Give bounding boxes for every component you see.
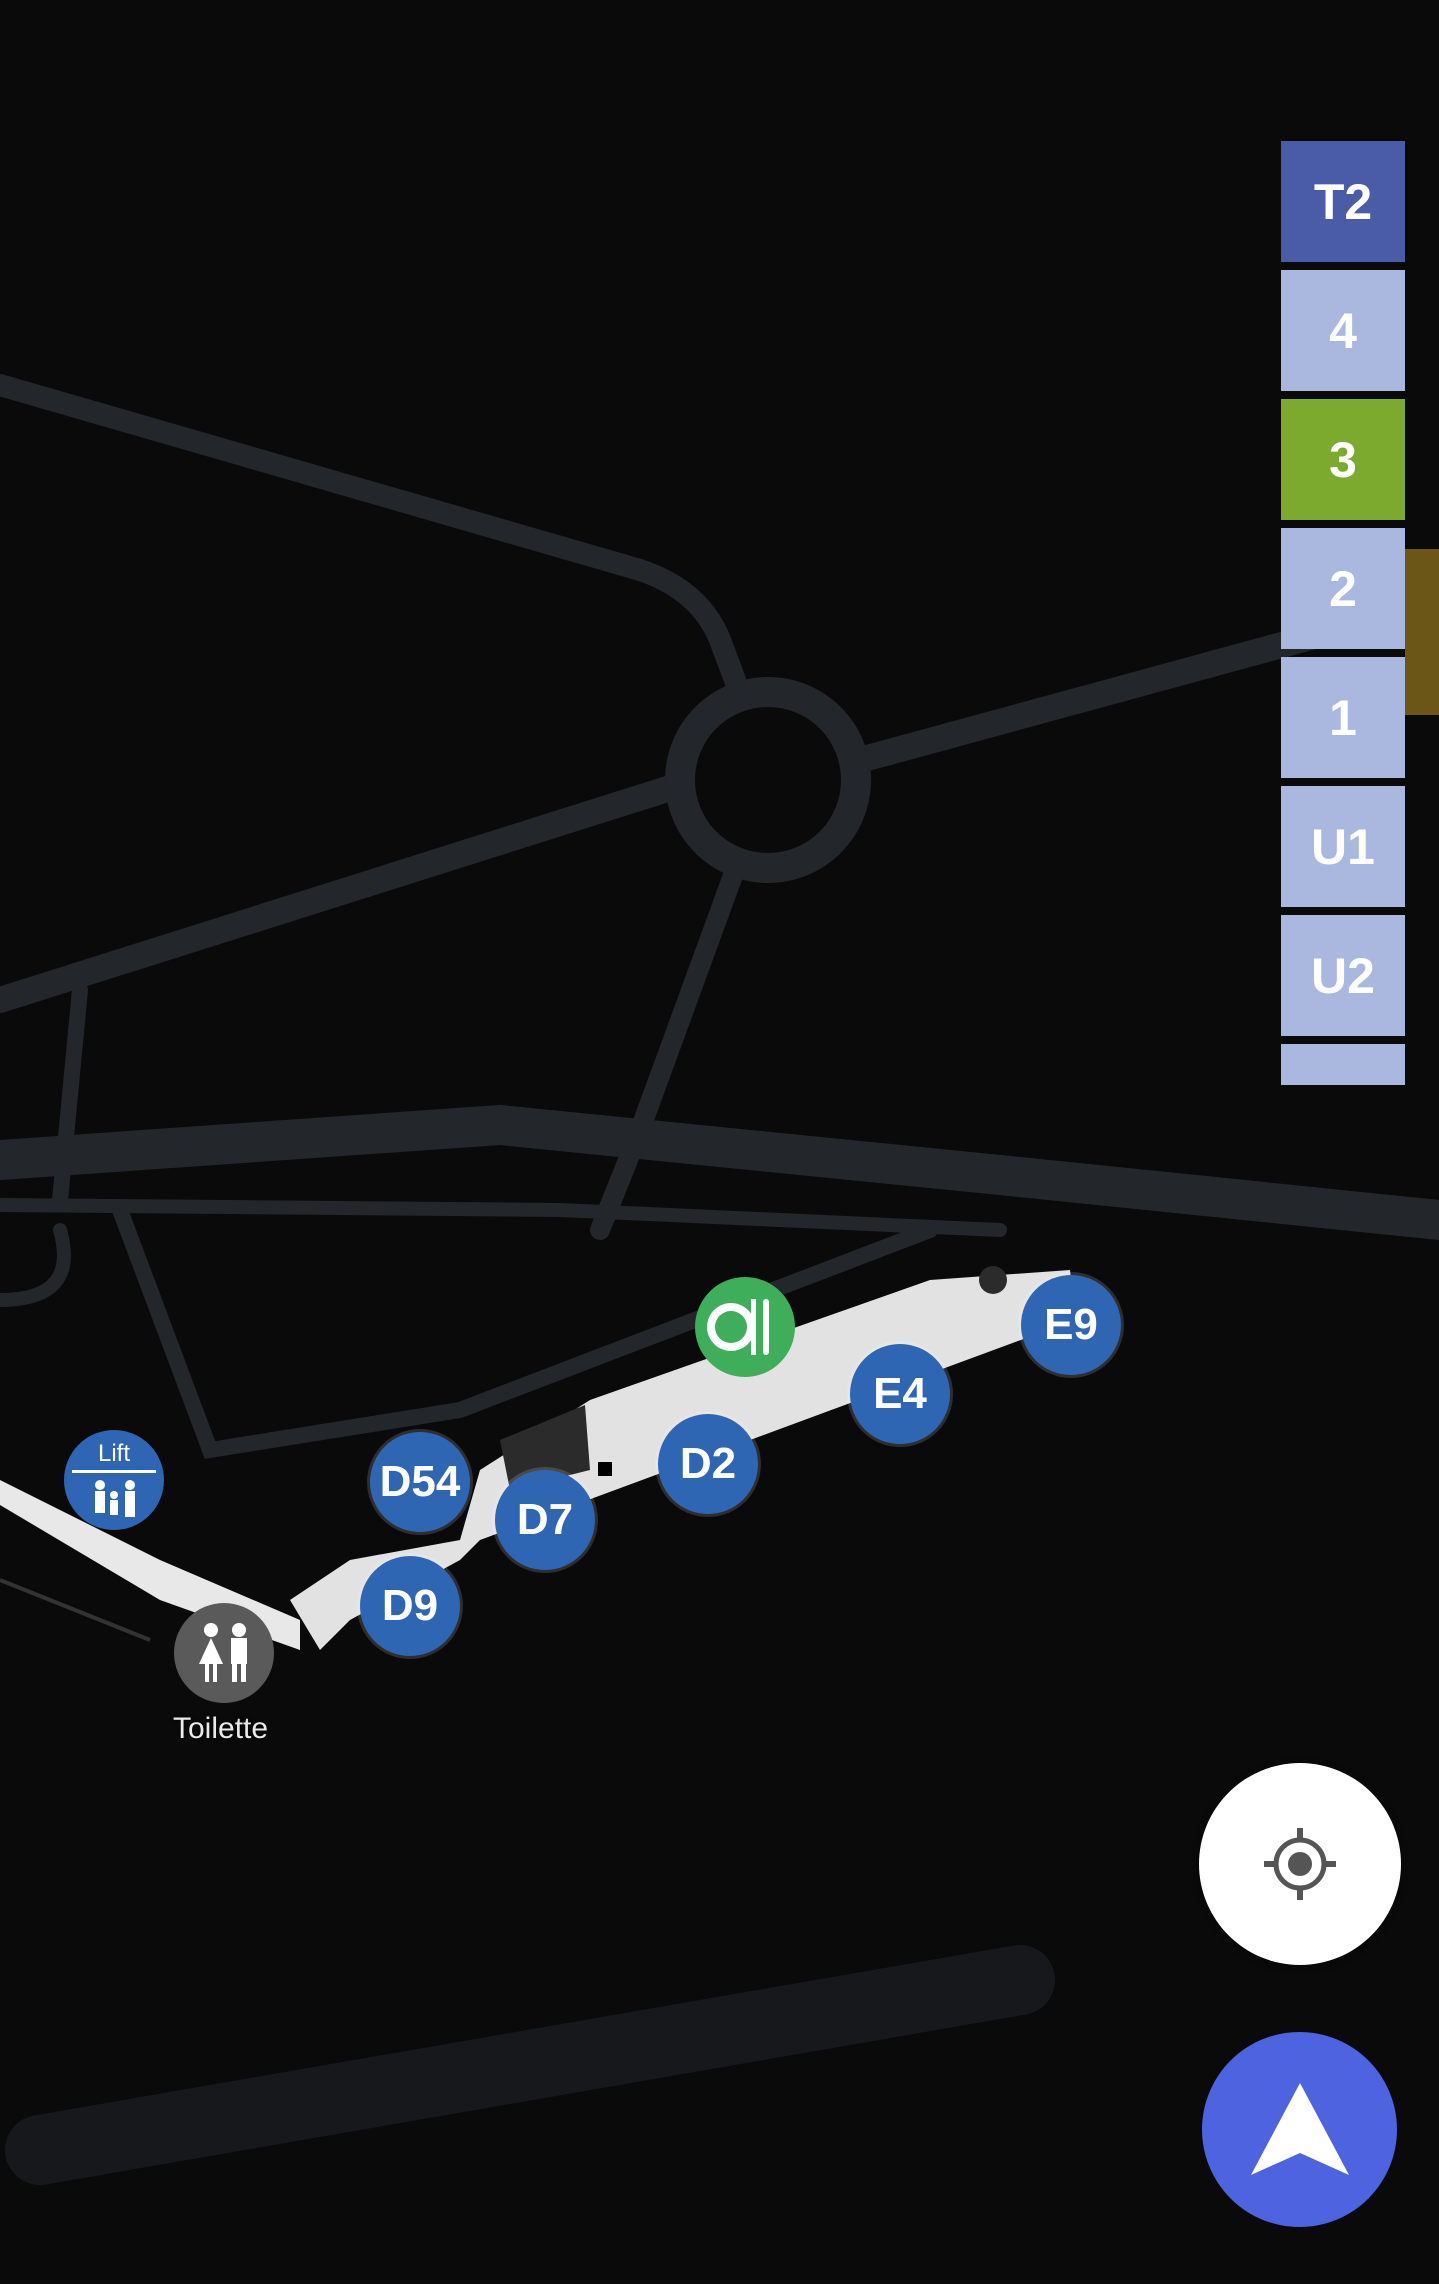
lift-icon — [72, 1470, 156, 1473]
side-panel-tab[interactable] — [1405, 549, 1439, 715]
floor-button-3[interactable]: 3 — [1281, 399, 1405, 520]
floor-list-scroll-indicator[interactable] — [1281, 1044, 1405, 1085]
gate-label: D54 — [379, 1457, 461, 1506]
locate-icon — [1264, 1828, 1336, 1900]
toilet-poi[interactable] — [174, 1603, 274, 1703]
navigation-arrow-icon — [1250, 2082, 1349, 2175]
navigate-button[interactable] — [1202, 2032, 1397, 2227]
gate-marker-d7[interactable]: D7 — [495, 1470, 595, 1570]
floor-button-2[interactable]: 2 — [1281, 528, 1405, 649]
restaurant-poi[interactable] — [695, 1277, 795, 1377]
gate-marker-e4[interactable]: E4 — [850, 1344, 950, 1444]
toilet-icon — [199, 1623, 247, 1682]
toilet-label: Toilette — [173, 1712, 269, 1745]
building-button[interactable]: T2 — [1281, 141, 1405, 262]
gate-marker-d54[interactable]: D54 — [370, 1432, 470, 1532]
map-canvas[interactable] — [0, 0, 1439, 2284]
gate-label: E4 — [873, 1369, 927, 1418]
gate-label: D7 — [516, 1495, 574, 1544]
gate-marker-e9[interactable]: E9 — [1021, 1275, 1121, 1375]
gate-label: D9 — [381, 1581, 439, 1630]
restaurant-icon — [707, 1299, 769, 1355]
gate-label: E9 — [1044, 1300, 1098, 1349]
locate-button[interactable] — [1199, 1763, 1401, 1965]
lift-label: Lift — [97, 1440, 130, 1467]
floor-button-u1[interactable]: U1 — [1281, 786, 1405, 907]
gate-label: D2 — [679, 1439, 737, 1488]
floor-button-4[interactable]: 4 — [1281, 270, 1405, 391]
floor-button-1[interactable]: 1 — [1281, 657, 1405, 778]
floor-button-u2[interactable]: U2 — [1281, 915, 1405, 1036]
gate-marker-d2[interactable]: D2 — [658, 1414, 758, 1514]
gate-marker-d9[interactable]: D9 — [360, 1556, 460, 1656]
floor-selector: T2 4 3 2 1 U1 U2 — [1281, 141, 1405, 1085]
lift-poi[interactable]: Lift — [64, 1430, 164, 1530]
